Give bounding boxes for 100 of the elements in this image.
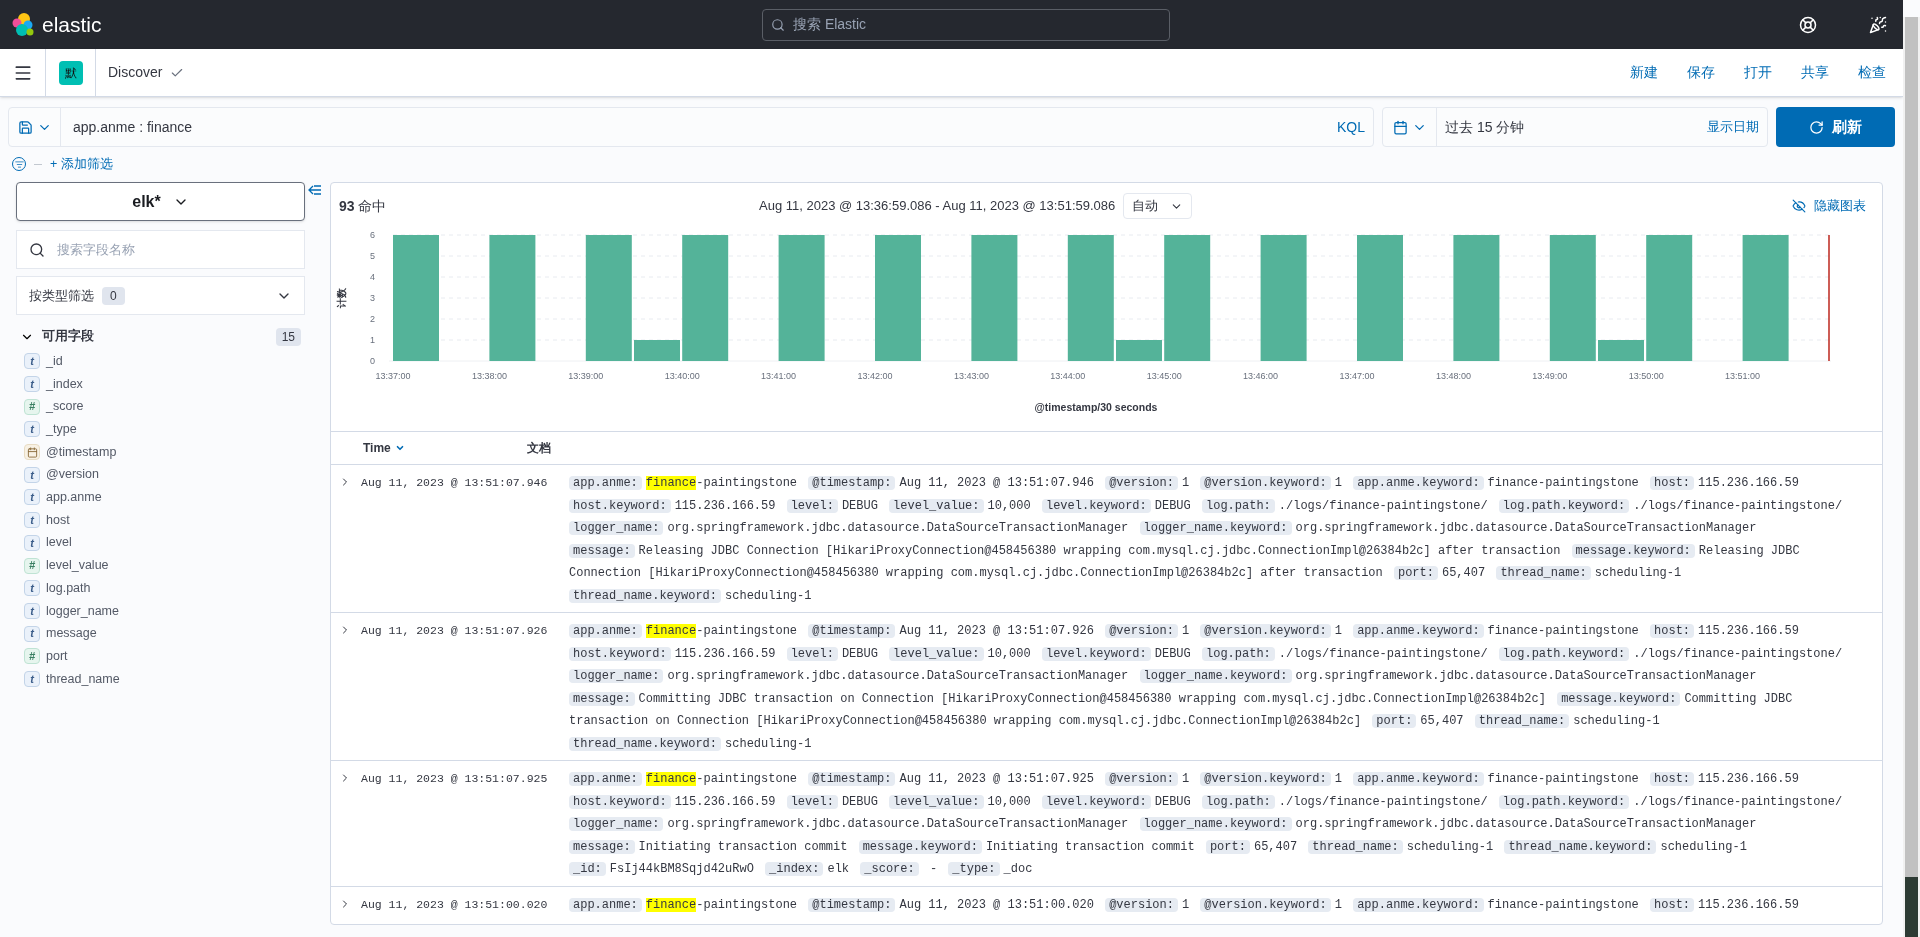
field-list-item[interactable]: t thread_name <box>16 667 305 691</box>
y-tick-label: 5 <box>370 251 375 261</box>
string-type-icon: t <box>24 580 40 597</box>
histogram-bar[interactable] <box>1453 235 1500 361</box>
histogram-bar[interactable] <box>1646 235 1693 361</box>
top-nav-link[interactable]: 检查 <box>1846 62 1898 83</box>
interval-select[interactable]: 自动 <box>1123 193 1193 219</box>
histogram-bar[interactable] <box>1598 340 1644 361</box>
index-pattern-selector[interactable]: elk* <box>16 182 305 221</box>
number-type-icon: # <box>24 398 40 415</box>
help-button[interactable] <box>1799 15 1817 34</box>
histogram-bar[interactable] <box>875 235 921 361</box>
field-list-item[interactable]: t logger_name <box>16 599 305 623</box>
field-list-item[interactable]: t _index <box>16 372 305 396</box>
global-search-field[interactable]: 搜索 Elastic <box>762 8 1170 41</box>
field-list-item[interactable]: t message <box>16 622 305 645</box>
type-filter-button[interactable]: 按类型筛选 0 <box>16 276 305 315</box>
column-header[interactable]: 文档 <box>527 439 551 457</box>
x-tick-label: 13:40:00 <box>664 371 700 381</box>
timestamp-cell-text: Aug 11, 2023 @ 13:51:07.926 <box>361 623 549 639</box>
number-type-icon: # <box>24 648 40 665</box>
document-text: app.anme: finance-paintingstone @timestamp: Aug 11, 2023 @ 13:51:07.926 @version: 1 @version.keyword: 1 app.anme.keyword: finance-paintingstone host: 115.236.166.59 host.keyword: 115.236.166.59 level: DEBUG level_value: 10,000 level.keyword: DEBUG log.path: ./logs/finance-paintingstone/ log.path.keyword: ./logs/finance-paintingstone/ logger_name: org.springframework.jdbc.datasource.DataSourceTransactionManager logger_name.keyword: org.springframework.jdbc.datasource.DataSourceTransactionManager message: Committing JDBC transaction on Connection [HikariProxyConnection@458456380 wrapping com.mysql.cj.jdbc.ConnectionImpl@26384b2c] message.keyword: Committing JDBC transaction on Connection [HikariProxyConnection@458456380 wrapping com.mysql.cj.jdbc.ConnectionImpl@26384b2c] port: 65,407 thread_name: scheduling-1 thread_name.keyword: scheduling-1 <box>569 623 1844 753</box>
histogram-bar[interactable] <box>971 235 1018 361</box>
refresh-button[interactable]: 刷新 <box>1776 107 1895 147</box>
string-type-icon: t <box>24 376 40 393</box>
field-list-item[interactable]: # port <box>16 644 305 668</box>
logo-icon <box>12 12 34 37</box>
query-text: app.anme : finance <box>73 117 194 137</box>
field-list-item[interactable]: # level_value <box>16 554 305 577</box>
field-list-item[interactable]: @timestamp <box>16 440 305 464</box>
y-axis-title: 计数 <box>336 288 347 308</box>
top-nav-link[interactable]: 打开 <box>1732 62 1784 83</box>
refresh-icon <box>1809 119 1824 135</box>
top-nav-link[interactable]: 共享 <box>1789 62 1841 83</box>
field-list-item[interactable]: # _score <box>16 395 305 419</box>
field-list-item[interactable]: t _id <box>16 350 305 373</box>
histogram-bar[interactable] <box>1164 235 1211 361</box>
document-text: app.anme: finance-paintingstone @timestamp: Aug 11, 2023 @ 13:51:07.925 @version: 1 @version.keyword: 1 app.anme.keyword: finance-paintingstone host: 115.236.166.59 host.keyword: 115.236.166.59 level: DEBUG level_value: 10,000 level.keyword: DEBUG log.path: ./logs/finance-paintingstone/ log.path.keyword: ./logs/finance-paintingstone/ logger_name: org.springframework.jdbc.datasource.DataSourceTransactionManager logger_name.keyword: org.springframework.jdbc.datasource.DataSourceTransactionManager message: Initiating transaction commit message.keyword: Initiating transaction commit port: 65,407 thread_name: scheduling-1 thread_name.keyword: scheduling-1 _id: FsIj44kBM8Sqjd42uRwO _index: elk _score: - _type: _doc <box>569 768 1870 881</box>
x-tick-label: 13:47:00 <box>1339 371 1375 381</box>
histogram-bar[interactable] <box>1067 235 1114 361</box>
x-tick-label: 13:44:00 <box>1050 371 1086 381</box>
field-list-item[interactable]: t host <box>16 508 305 532</box>
show-dates-link[interactable]: 显示日期 <box>1707 117 1759 137</box>
x-tick-label: 13:42:00 <box>857 371 893 381</box>
timestamp-cell-text: Aug 11, 2023 @ 13:51:07.925 <box>361 771 549 787</box>
collapse-sidebar-icon[interactable] <box>308 185 322 197</box>
document-text: app.anme: finance-paintingstone @timestamp: Aug 11, 2023 @ 13:51:00.020 @version: 1 @version.keyword: 1 app.anme.keyword: finance-paintingstone host: 115.236.166.59 <box>569 893 1803 916</box>
string-type-icon: t <box>24 670 40 687</box>
histogram-bar[interactable] <box>1116 340 1162 361</box>
query-bar[interactable]: app.anme : finance KQL <box>8 107 1374 147</box>
column-header[interactable]: Time <box>331 439 527 457</box>
x-tick-label: 13:43:00 <box>953 371 989 381</box>
save-icon <box>17 119 33 135</box>
time-picker[interactable]: 过去 15 分钟 显示日期 <box>1382 107 1768 147</box>
party-popper-icon <box>1869 15 1887 34</box>
top-nav-link[interactable]: 保存 <box>1675 62 1727 83</box>
hit-count: 93 命中 <box>339 196 388 216</box>
news-button[interactable] <box>1869 15 1887 34</box>
x-tick-label: 13:50:00 <box>1628 371 1664 381</box>
x-tick-label: 13:48:00 <box>1435 371 1471 381</box>
histogram-bar[interactable] <box>585 235 632 361</box>
breadcrumb[interactable]: Discover <box>108 62 163 83</box>
histogram-bar[interactable] <box>489 235 536 361</box>
histogram-bar[interactable] <box>634 340 680 361</box>
x-tick-label: 13:38:00 <box>471 371 507 381</box>
string-type-icon: t <box>24 512 40 529</box>
language-toggle[interactable]: KQL <box>1337 116 1365 138</box>
histogram-bar[interactable] <box>1742 235 1789 361</box>
space-avatar[interactable]: 默 <box>58 60 83 85</box>
field-list-item[interactable]: t log.path <box>16 576 305 600</box>
histogram-bar[interactable] <box>778 235 825 361</box>
y-tick-label: 6 <box>370 230 375 240</box>
y-tick-label: 4 <box>370 272 375 282</box>
string-type-icon: t <box>24 625 40 642</box>
timestamp-cell-text: Aug 11, 2023 @ 13:51:00.020 <box>361 896 549 913</box>
field-list-item[interactable]: t app.anme <box>16 486 305 509</box>
histogram-bar[interactable] <box>1260 235 1307 361</box>
histogram-bar[interactable] <box>1357 235 1403 361</box>
top-nav-link[interactable]: 新建 <box>1618 62 1670 83</box>
hide-chart-link[interactable]: 隐藏图表 <box>1792 196 1866 216</box>
string-type-icon: t <box>24 534 40 551</box>
field-list-item[interactable]: t _type <box>16 418 305 441</box>
x-tick-label: 13:51:00 <box>1725 371 1761 381</box>
histogram-bar[interactable] <box>682 235 729 361</box>
x-tick-label: 13:45:00 <box>1146 371 1182 381</box>
eye-off-icon <box>1792 199 1806 213</box>
x-tick-label: 13:46:00 <box>1243 371 1279 381</box>
filter-lines-icon <box>14 159 24 169</box>
field-list-item[interactable]: t @version <box>16 463 305 487</box>
search-icon <box>771 17 785 32</box>
field-list-item[interactable]: t level <box>16 531 305 555</box>
string-type-icon: t <box>24 353 40 370</box>
sort-icon <box>394 443 405 453</box>
histogram-bar[interactable] <box>1549 235 1596 361</box>
x-tick-label: 13:41:00 <box>761 371 797 381</box>
logo-text: elastic <box>42 11 102 38</box>
histogram-bar[interactable] <box>393 235 439 361</box>
add-filter-link[interactable]: + 添加筛选 <box>50 154 113 174</box>
calendar-icon <box>24 444 40 461</box>
string-type-icon: t <box>24 466 40 483</box>
